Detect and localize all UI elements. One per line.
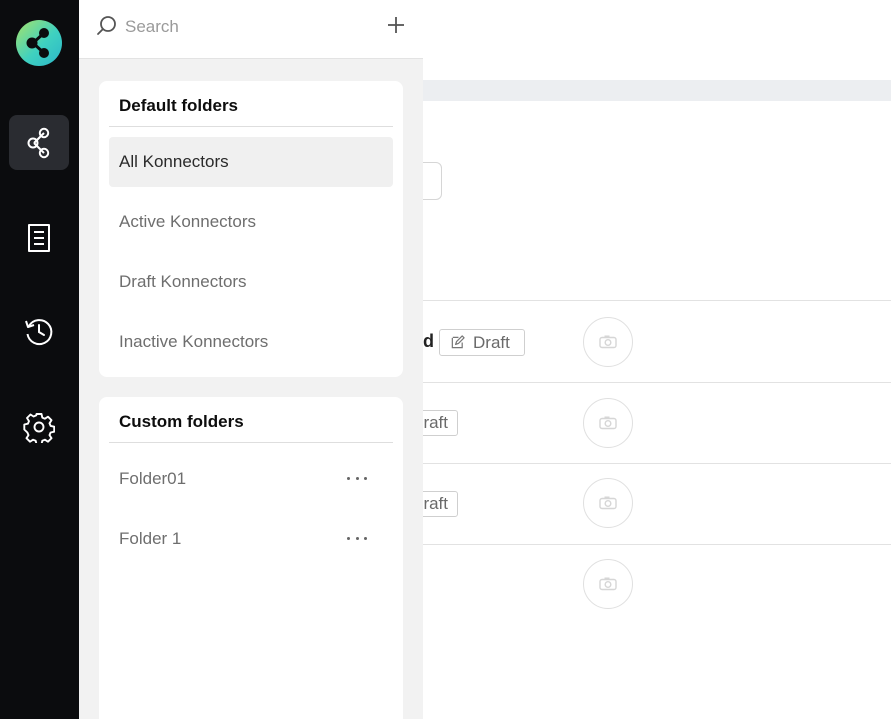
divider <box>109 126 393 127</box>
row-divider <box>423 463 891 464</box>
share-nodes-icon <box>27 127 50 158</box>
table-header-band <box>423 80 891 101</box>
folder-panel: Default folders All Konnectors Active Ko… <box>79 0 423 719</box>
avatar <box>583 398 633 448</box>
edit-icon <box>450 335 465 350</box>
folder-item-custom[interactable]: Folder01 <box>109 454 393 504</box>
document-list-icon <box>28 223 50 252</box>
folder-item-active-konnectors[interactable]: Active Konnectors <box>109 197 393 247</box>
share-nodes-icon <box>26 28 49 58</box>
custom-folders-card: Custom folders Folder01 Folder 1 <box>99 397 403 719</box>
nav-settings[interactable] <box>9 399 69 454</box>
more-options-icon[interactable] <box>347 475 367 481</box>
folder-item-label: All Konnectors <box>119 152 229 171</box>
avatar <box>583 478 633 528</box>
search-input[interactable] <box>125 15 365 39</box>
history-icon <box>25 318 53 345</box>
konnector-name-fragment: d <box>423 331 434 351</box>
row-divider <box>423 382 891 383</box>
nav-rail <box>0 0 79 719</box>
folder-item-label: Active Konnectors <box>119 212 257 231</box>
more-options-icon[interactable] <box>347 535 367 541</box>
nav-history-logs[interactable] <box>9 210 69 265</box>
status-badge-label: raft <box>423 413 448 432</box>
folder-item-all-konnectors[interactable]: All Konnectors <box>109 137 393 187</box>
avatar <box>583 559 633 609</box>
status-badge-label: Draft <box>473 332 510 352</box>
folder-item-label: Draft Konnectors <box>119 272 247 291</box>
gear-icon <box>23 412 55 443</box>
app-logo[interactable] <box>16 20 62 66</box>
row-divider <box>423 544 891 545</box>
avatar <box>583 317 633 367</box>
folder-item-custom[interactable]: Folder 1 <box>109 514 393 564</box>
default-folders-title: Default folders <box>119 96 239 115</box>
table-divider <box>423 300 891 301</box>
status-badge-label: raft <box>423 494 448 513</box>
status-badge: Draft <box>439 329 525 356</box>
folder-item-label: Folder 1 <box>119 529 182 548</box>
folder-item-label: Inactive Konnectors <box>119 332 269 351</box>
custom-folders-title: Custom folders <box>119 412 244 431</box>
folder-item-label: Folder01 <box>119 469 187 488</box>
nav-history[interactable] <box>9 304 69 359</box>
folder-item-inactive-konnectors[interactable]: Inactive Konnectors <box>109 317 393 367</box>
default-folders-card: Default folders All Konnectors Active Ko… <box>99 81 403 377</box>
folder-item-draft-konnectors[interactable]: Draft Konnectors <box>109 257 393 307</box>
search-icon <box>95 14 119 43</box>
nav-konnectors[interactable] <box>9 115 69 170</box>
plus-icon <box>388 17 404 33</box>
add-folder-button[interactable] <box>383 12 409 38</box>
divider <box>109 442 393 443</box>
search-bar <box>79 0 423 59</box>
